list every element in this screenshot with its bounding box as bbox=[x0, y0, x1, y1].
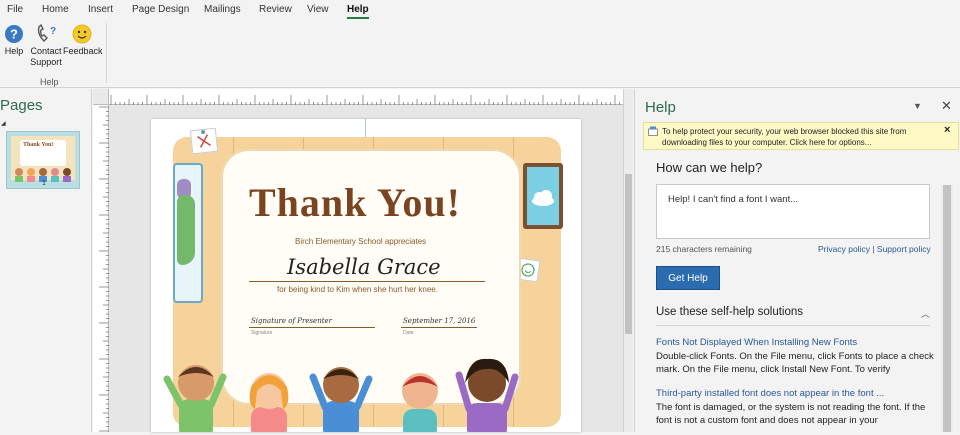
tab-mailings[interactable]: Mailings bbox=[204, 4, 241, 15]
page-number: 1 bbox=[42, 180, 46, 187]
recipient-underline bbox=[249, 281, 485, 282]
security-warning-text: To help protect your security, your web … bbox=[662, 127, 907, 147]
help-query-input[interactable]: Help! I can't find a font I want... bbox=[656, 184, 930, 239]
layout-guide bbox=[365, 119, 366, 137]
svg-text:?: ? bbox=[10, 27, 18, 42]
section-divider bbox=[656, 325, 930, 326]
svg-text:?: ? bbox=[50, 26, 56, 37]
get-help-button[interactable]: Get Help bbox=[656, 266, 720, 290]
self-help-heading: Use these self-help solutions bbox=[656, 306, 804, 318]
thumbnail-title: Thank You! bbox=[23, 142, 54, 148]
window-illustration bbox=[523, 163, 563, 229]
pages-panel-title: Pages bbox=[0, 97, 43, 114]
feedback-button[interactable]: Feedback bbox=[63, 24, 103, 57]
collapse-caret-icon[interactable]: ◢ bbox=[1, 120, 6, 127]
contact-support-line1: Contact bbox=[30, 46, 62, 56]
help-button[interactable]: ? Help bbox=[3, 24, 25, 57]
result-body: Double-click Fonts. On the File menu, cl… bbox=[656, 351, 934, 375]
result-title[interactable]: Fonts Not Displayed When Installing New … bbox=[656, 337, 857, 348]
pages-panel: Pages ◢ Thank You! 1 bbox=[0, 89, 92, 432]
signature-line bbox=[249, 327, 375, 328]
tab-help[interactable]: Help bbox=[347, 4, 369, 19]
page-thumbnail[interactable]: Thank You! 1 bbox=[6, 131, 80, 189]
scribble-icon bbox=[197, 130, 211, 148]
children-illustration bbox=[163, 358, 519, 432]
school-line[interactable]: Birch Elementary School appreciates bbox=[295, 237, 426, 246]
tab-view[interactable]: View bbox=[307, 4, 329, 15]
tab-page-design[interactable]: Page Design bbox=[132, 4, 189, 15]
characters-remaining: 215 characters remaining bbox=[656, 244, 752, 254]
tab-home[interactable]: Home bbox=[42, 4, 69, 15]
certificate-page[interactable]: Thank You! Birch Elementary School appre… bbox=[151, 119, 581, 432]
link-separator: | bbox=[869, 244, 877, 254]
date-line bbox=[401, 327, 477, 328]
reason-line[interactable]: for being kind to Kim when she hurt her … bbox=[277, 285, 438, 294]
contact-support-button[interactable]: ? Contact Support bbox=[29, 24, 63, 68]
pinned-drawing bbox=[189, 127, 219, 155]
help-heading: How can we help? bbox=[656, 160, 763, 175]
help-button-label: Help bbox=[4, 46, 24, 56]
help-pane-title: Help bbox=[645, 99, 676, 116]
privacy-policy-link[interactable]: Privacy policy bbox=[818, 244, 870, 254]
scrollbar-thumb[interactable] bbox=[625, 174, 632, 334]
date-label: Date bbox=[403, 330, 414, 336]
help-pane: Help ▼ ✕ To help protect your security, … bbox=[634, 89, 960, 432]
tab-insert[interactable]: Insert bbox=[88, 4, 113, 15]
result-body: The font is damaged, or the system is no… bbox=[656, 402, 926, 426]
chevron-up-icon[interactable]: ︿ bbox=[921, 307, 930, 320]
cloud-icon bbox=[532, 190, 554, 206]
document-canvas[interactable]: Thank You! Birch Elementary School appre… bbox=[93, 89, 633, 432]
window-glass bbox=[527, 167, 559, 225]
pane-options-chevron-down-icon[interactable]: ▼ bbox=[913, 101, 922, 111]
security-warning-bar[interactable]: To help protect your security, your web … bbox=[643, 122, 959, 150]
canvas-scrollbar[interactable] bbox=[623, 89, 633, 432]
feedback-button-label: Feedback bbox=[63, 46, 103, 56]
question-icon: ? bbox=[5, 25, 23, 43]
vertical-ruler[interactable] bbox=[93, 105, 109, 432]
thumbnail-artwork: Thank You! bbox=[11, 136, 75, 182]
horizontal-ruler[interactable] bbox=[109, 89, 623, 105]
download-blocked-icon bbox=[648, 126, 658, 136]
support-policy-link[interactable]: Support policy bbox=[877, 244, 931, 254]
tab-file[interactable]: File bbox=[7, 4, 23, 15]
security-close-icon[interactable]: × bbox=[944, 124, 950, 136]
certificate-title[interactable]: Thank You! bbox=[249, 179, 461, 226]
smiley-icon bbox=[72, 24, 92, 44]
tab-review[interactable]: Review bbox=[259, 4, 292, 15]
ribbon-body: ? Help ? Contact Support Feedback Help bbox=[0, 20, 960, 88]
ribbon-group-separator bbox=[106, 23, 107, 83]
help-scrollbar-thumb[interactable] bbox=[943, 185, 951, 432]
recipient-name[interactable]: Isabella Grace bbox=[287, 255, 441, 279]
signature-label: Signature bbox=[251, 330, 273, 336]
ruler-ticks bbox=[110, 95, 620, 105]
thumbnail-card: Thank You! bbox=[20, 140, 66, 166]
close-icon[interactable]: ✕ bbox=[941, 98, 952, 114]
result-title[interactable]: Third-party installed font does not appe… bbox=[656, 388, 884, 399]
map-landmass bbox=[177, 195, 195, 265]
policy-links: Privacy policy | Support policy bbox=[818, 244, 931, 254]
contact-support-line2: Support bbox=[30, 57, 62, 67]
help-scrollbar[interactable] bbox=[941, 185, 953, 432]
ruler-corner bbox=[93, 89, 109, 105]
date-text[interactable]: September 17, 2016 bbox=[403, 317, 475, 325]
world-map-poster bbox=[173, 163, 203, 303]
phone-question-icon: ? bbox=[37, 24, 56, 42]
ribbon-tabs: File Home Insert Page Design Mailings Re… bbox=[0, 0, 960, 20]
signature-text[interactable]: Signature of Presenter bbox=[251, 317, 332, 325]
ribbon-group-label: Help bbox=[40, 77, 59, 87]
ruler-ticks-vertical bbox=[99, 106, 109, 432]
